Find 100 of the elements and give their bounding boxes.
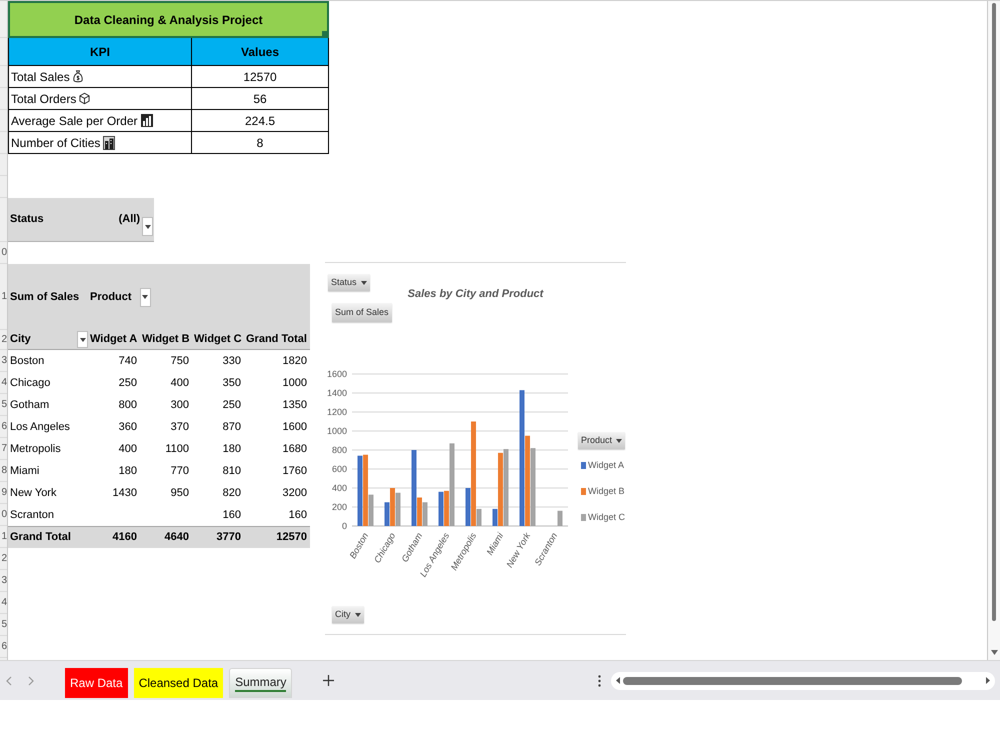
city-buildings-icon <box>103 136 116 150</box>
kpi-label: Number of Cities <box>11 134 100 152</box>
table-cell-text: 740 <box>118 354 138 369</box>
table-cell-text: 1000 <box>282 376 308 391</box>
dropdown-button[interactable] <box>77 331 88 348</box>
table-cell-text: 350 <box>222 376 242 391</box>
table-cell-text: 400 <box>118 442 138 457</box>
row-label: Los Angeles <box>9 420 71 435</box>
field-button[interactable]: City <box>332 606 364 623</box>
table-cell-text: 810 <box>222 464 242 479</box>
column-header: Grand Total <box>246 332 307 348</box>
row-number: 8 <box>1 466 7 476</box>
table-cell-text: 1100 <box>164 442 190 457</box>
table-cell-text: 1760 <box>282 464 308 479</box>
table-cell-text: 800 <box>118 398 138 413</box>
table-cell-text: 12570 <box>275 530 308 546</box>
row-number: 6 <box>1 642 7 652</box>
field-button[interactable]: Sum of Sales <box>332 303 392 322</box>
table-cell-text: 160 <box>288 508 308 523</box>
row-number: 2 <box>1 334 7 344</box>
table-cell-text: 160 <box>222 508 242 523</box>
row-label: Chicago <box>9 376 52 391</box>
table-cell-text: 250 <box>222 398 242 413</box>
row-number: 5 <box>1 620 7 630</box>
filter-label: Status <box>10 212 44 228</box>
sheet-tab[interactable]: Summary <box>229 668 292 698</box>
axis-tick-label: 0 <box>342 521 347 531</box>
caret-down-icon <box>142 295 148 299</box>
scrollbar-thumb[interactable] <box>623 676 962 684</box>
plus-icon[interactable] <box>323 675 334 686</box>
field-button[interactable]: Product <box>578 432 626 449</box>
axis-tick-label: 1200 <box>326 407 347 417</box>
axis-tick-label: 800 <box>332 445 347 455</box>
scrollbar-thumb[interactable] <box>992 3 996 621</box>
row-number: 0 <box>1 248 7 258</box>
table-cell-text: 180 <box>118 464 138 479</box>
caret-down-icon <box>360 280 367 284</box>
row-number: 3 <box>1 576 7 586</box>
scroll-down-arrow-icon[interactable] <box>990 650 998 655</box>
table-cell-text: 750 <box>170 354 190 369</box>
table-cell-text: 1350 <box>282 398 308 413</box>
row-number: 7 <box>1 444 7 454</box>
table-cell-text: 370 <box>170 420 190 435</box>
row-number: 3 <box>1 356 7 366</box>
caret-down-icon <box>144 224 150 228</box>
sheet-tab[interactable]: Raw Data <box>65 668 128 698</box>
field-button[interactable]: Status <box>328 274 370 291</box>
table-cell: 224.5 <box>192 110 329 131</box>
row-label: Scranton <box>9 508 56 523</box>
table-cell: 56 <box>192 88 329 109</box>
table-cell-text: 1680 <box>282 442 308 457</box>
table-cell-text: 360 <box>118 420 138 435</box>
row-label: Gotham <box>9 398 50 413</box>
row-number: 5 <box>1 400 7 410</box>
column-header: KPI <box>9 38 192 65</box>
axis-tick-label: 1000 <box>326 426 347 436</box>
caret-down-icon <box>616 438 622 442</box>
table-cell: 12570 <box>192 66 329 87</box>
table-cell-text: 4640 <box>164 530 190 546</box>
axis-tick-label: 1400 <box>326 388 347 398</box>
axis-tick-label: 200 <box>332 502 347 512</box>
row-number: 6 <box>1 422 7 432</box>
vertical-scrollbar[interactable] <box>988 1 1000 660</box>
dropdown-button[interactable] <box>142 217 153 236</box>
table-cell-text: 300 <box>170 398 190 413</box>
table-cell-text: 400 <box>170 376 190 391</box>
column-field-label: Product <box>90 290 132 305</box>
table-cell-text: 770 <box>170 464 190 479</box>
table-cell-text: 3200 <box>282 486 308 501</box>
filter-value: (All) <box>118 212 140 228</box>
row-number: 1 <box>1 532 7 542</box>
legend-label: Widget B <box>588 485 625 497</box>
horizontal-scrollbar[interactable] <box>611 672 995 690</box>
row-label: Boston <box>9 354 46 369</box>
value-field-label: Sum of Sales <box>10 290 80 305</box>
kpi-label: Total Orders <box>11 90 76 108</box>
table-cell-text: 1820 <box>282 354 308 369</box>
caret-down-icon <box>354 612 360 616</box>
chart-title: Sales by City and Product <box>408 287 544 301</box>
dropdown-button[interactable] <box>140 288 151 306</box>
axis-tick-label: 1600 <box>326 369 347 379</box>
row-number: 9 <box>1 488 7 498</box>
sheet-tab[interactable]: Cleansed Data <box>134 668 224 698</box>
table-cell-text: 250 <box>118 376 138 391</box>
money-bag-icon <box>72 70 83 83</box>
table-cell-text: 330 <box>222 354 242 369</box>
row-number: 2 <box>1 554 7 564</box>
table-cell-text: 3770 <box>216 530 242 546</box>
axis-tick-label: 400 <box>332 483 347 493</box>
row-label: Miami <box>9 464 40 479</box>
scroll-right-arrow-icon[interactable] <box>986 677 990 684</box>
scroll-left-arrow-icon[interactable] <box>616 677 620 684</box>
row-number: 4 <box>1 378 7 388</box>
column-header: Widget B <box>142 332 190 348</box>
column-header: Widget A <box>90 332 138 348</box>
package-icon <box>79 92 90 105</box>
table-cell-text: 950 <box>170 486 190 501</box>
more-options-icon[interactable] <box>598 674 601 686</box>
kpi-label: Total Sales <box>11 68 70 86</box>
axis-tick-label: 600 <box>332 464 347 474</box>
